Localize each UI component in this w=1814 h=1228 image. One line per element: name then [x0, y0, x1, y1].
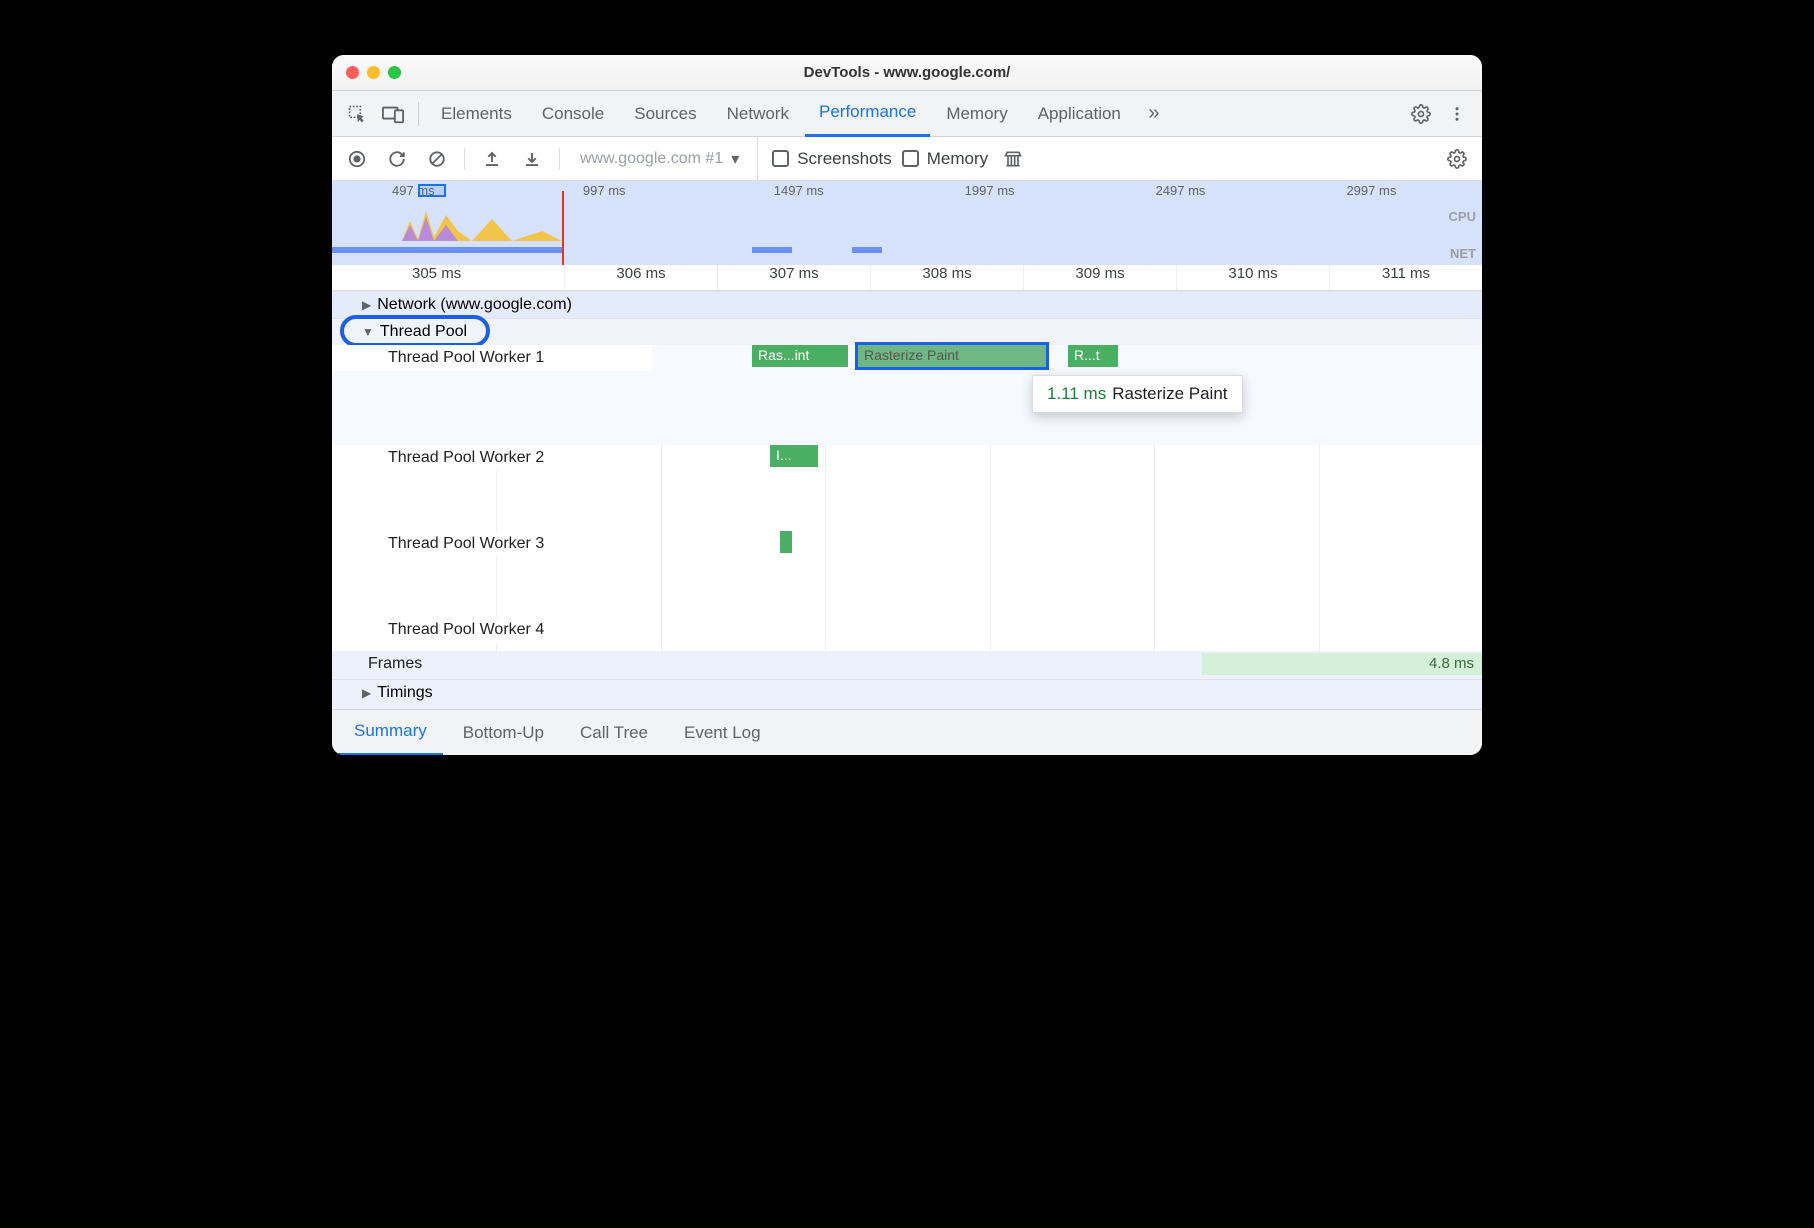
timings-label: Timings — [377, 684, 432, 702]
separator — [418, 102, 419, 126]
threadpool-section-label: Thread Pool — [380, 323, 467, 341]
settings-icon[interactable] — [1404, 97, 1438, 131]
frames-label: Frames — [332, 651, 482, 677]
download-icon[interactable] — [517, 144, 547, 174]
devtools-window: DevTools - www.google.com/ Elements Cons… — [332, 55, 1482, 755]
garbage-collect-icon[interactable] — [998, 144, 1028, 174]
detail-tabbar: Summary Bottom-Up Call Tree Event Log — [332, 709, 1482, 755]
worker2-row: Thread Pool Worker 2 I... — [332, 445, 1482, 531]
event-rasterize[interactable]: Ras...int — [752, 345, 848, 367]
tooltip-duration: 1.11 ms — [1047, 384, 1106, 403]
record-icon[interactable] — [342, 144, 372, 174]
profile-selector[interactable]: www.google.com #1 ▾ — [572, 137, 758, 181]
tab-sources[interactable]: Sources — [620, 91, 710, 137]
worker1-row: Thread Pool Worker 1 Ras...int Rasterize… — [332, 345, 1482, 445]
timings-section[interactable]: ▶ Timings — [332, 679, 1482, 709]
tooltip-name: Rasterize Paint — [1112, 384, 1227, 403]
tab-network[interactable]: Network — [713, 91, 803, 137]
flame-ruler[interactable]: 305 ms306 ms307 ms 308 ms309 ms310 ms 31… — [332, 265, 1482, 291]
event-tooltip: 1.11 ms Rasterize Paint — [1032, 375, 1243, 413]
screenshots-checkbox[interactable]: Screenshots — [772, 149, 892, 169]
inspect-element-icon[interactable] — [340, 97, 374, 131]
kebab-menu-icon[interactable] — [1440, 97, 1474, 131]
timeline-overview[interactable]: 497 ms997 ms 1497 ms1997 ms 2497 ms2997 … — [332, 181, 1482, 265]
event-image[interactable]: I... — [770, 445, 818, 467]
titlebar: DevTools - www.google.com/ — [332, 55, 1482, 91]
device-toolbar-icon[interactable] — [376, 97, 410, 131]
network-section-label: Network (www.google.com) — [377, 296, 572, 314]
frames-row[interactable]: Frames 4.8 ms — [332, 651, 1482, 679]
reload-icon[interactable] — [382, 144, 412, 174]
memory-checkbox[interactable]: Memory — [902, 149, 988, 169]
upload-icon[interactable] — [477, 144, 507, 174]
detail-tab-eventlog[interactable]: Event Log — [668, 710, 777, 756]
worker3-row: Thread Pool Worker 3 — [332, 531, 1482, 617]
window-title: DevTools - www.google.com/ — [332, 64, 1482, 81]
disclosure-triangle-icon[interactable]: ▼ — [362, 325, 374, 339]
detail-tab-calltree[interactable]: Call Tree — [564, 710, 664, 756]
worker4-label: Thread Pool Worker 4 — [332, 617, 652, 643]
disclosure-triangle-icon[interactable]: ▶ — [362, 298, 371, 312]
tab-elements[interactable]: Elements — [427, 91, 526, 137]
chevron-down-icon: ▾ — [731, 149, 739, 169]
event-tiny[interactable] — [780, 531, 792, 553]
frame-block[interactable]: 4.8 ms — [1202, 653, 1482, 675]
capture-settings-icon[interactable] — [1442, 144, 1472, 174]
tab-console[interactable]: Console — [528, 91, 618, 137]
overview-ticks: 497 ms997 ms 1497 ms1997 ms 2497 ms2997 … — [332, 183, 1482, 198]
marker-line — [562, 191, 564, 265]
more-tabs-icon[interactable]: » — [1137, 97, 1171, 131]
performance-toolbar: www.google.com #1 ▾ Screenshots Memory — [332, 137, 1482, 181]
profile-selector-label: www.google.com #1 — [580, 150, 723, 168]
worker2-label: Thread Pool Worker 2 — [332, 445, 652, 471]
tab-application[interactable]: Application — [1024, 91, 1135, 137]
clear-icon[interactable] — [422, 144, 452, 174]
tab-performance[interactable]: Performance — [805, 91, 930, 137]
tab-memory[interactable]: Memory — [932, 91, 1021, 137]
disclosure-triangle-icon[interactable]: ▶ — [362, 686, 371, 700]
cpu-label: CPU — [1449, 209, 1476, 224]
overview-selection[interactable] — [418, 184, 446, 197]
panel-tabbar: Elements Console Sources Network Perform… — [332, 91, 1482, 137]
detail-tab-summary[interactable]: Summary — [338, 710, 443, 756]
net-label: NET — [1450, 246, 1476, 261]
worker1-label: Thread Pool Worker 1 — [332, 345, 652, 371]
event-rasterize-selected[interactable]: Rasterize Paint — [858, 345, 1046, 367]
threadpool-section[interactable]: ▼ Thread Pool — [332, 318, 1482, 345]
overview-activity — [402, 201, 562, 241]
event-rasterize-short[interactable]: R...t — [1068, 345, 1118, 367]
network-section[interactable]: ▶ Network (www.google.com) — [332, 291, 1482, 318]
worker4-row: Thread Pool Worker 4 — [332, 617, 1482, 651]
worker3-label: Thread Pool Worker 3 — [332, 531, 652, 557]
detail-tab-bottomup[interactable]: Bottom-Up — [447, 710, 560, 756]
flame-chart[interactable]: ▶ Network (www.google.com) ▼ Thread Pool… — [332, 291, 1482, 709]
